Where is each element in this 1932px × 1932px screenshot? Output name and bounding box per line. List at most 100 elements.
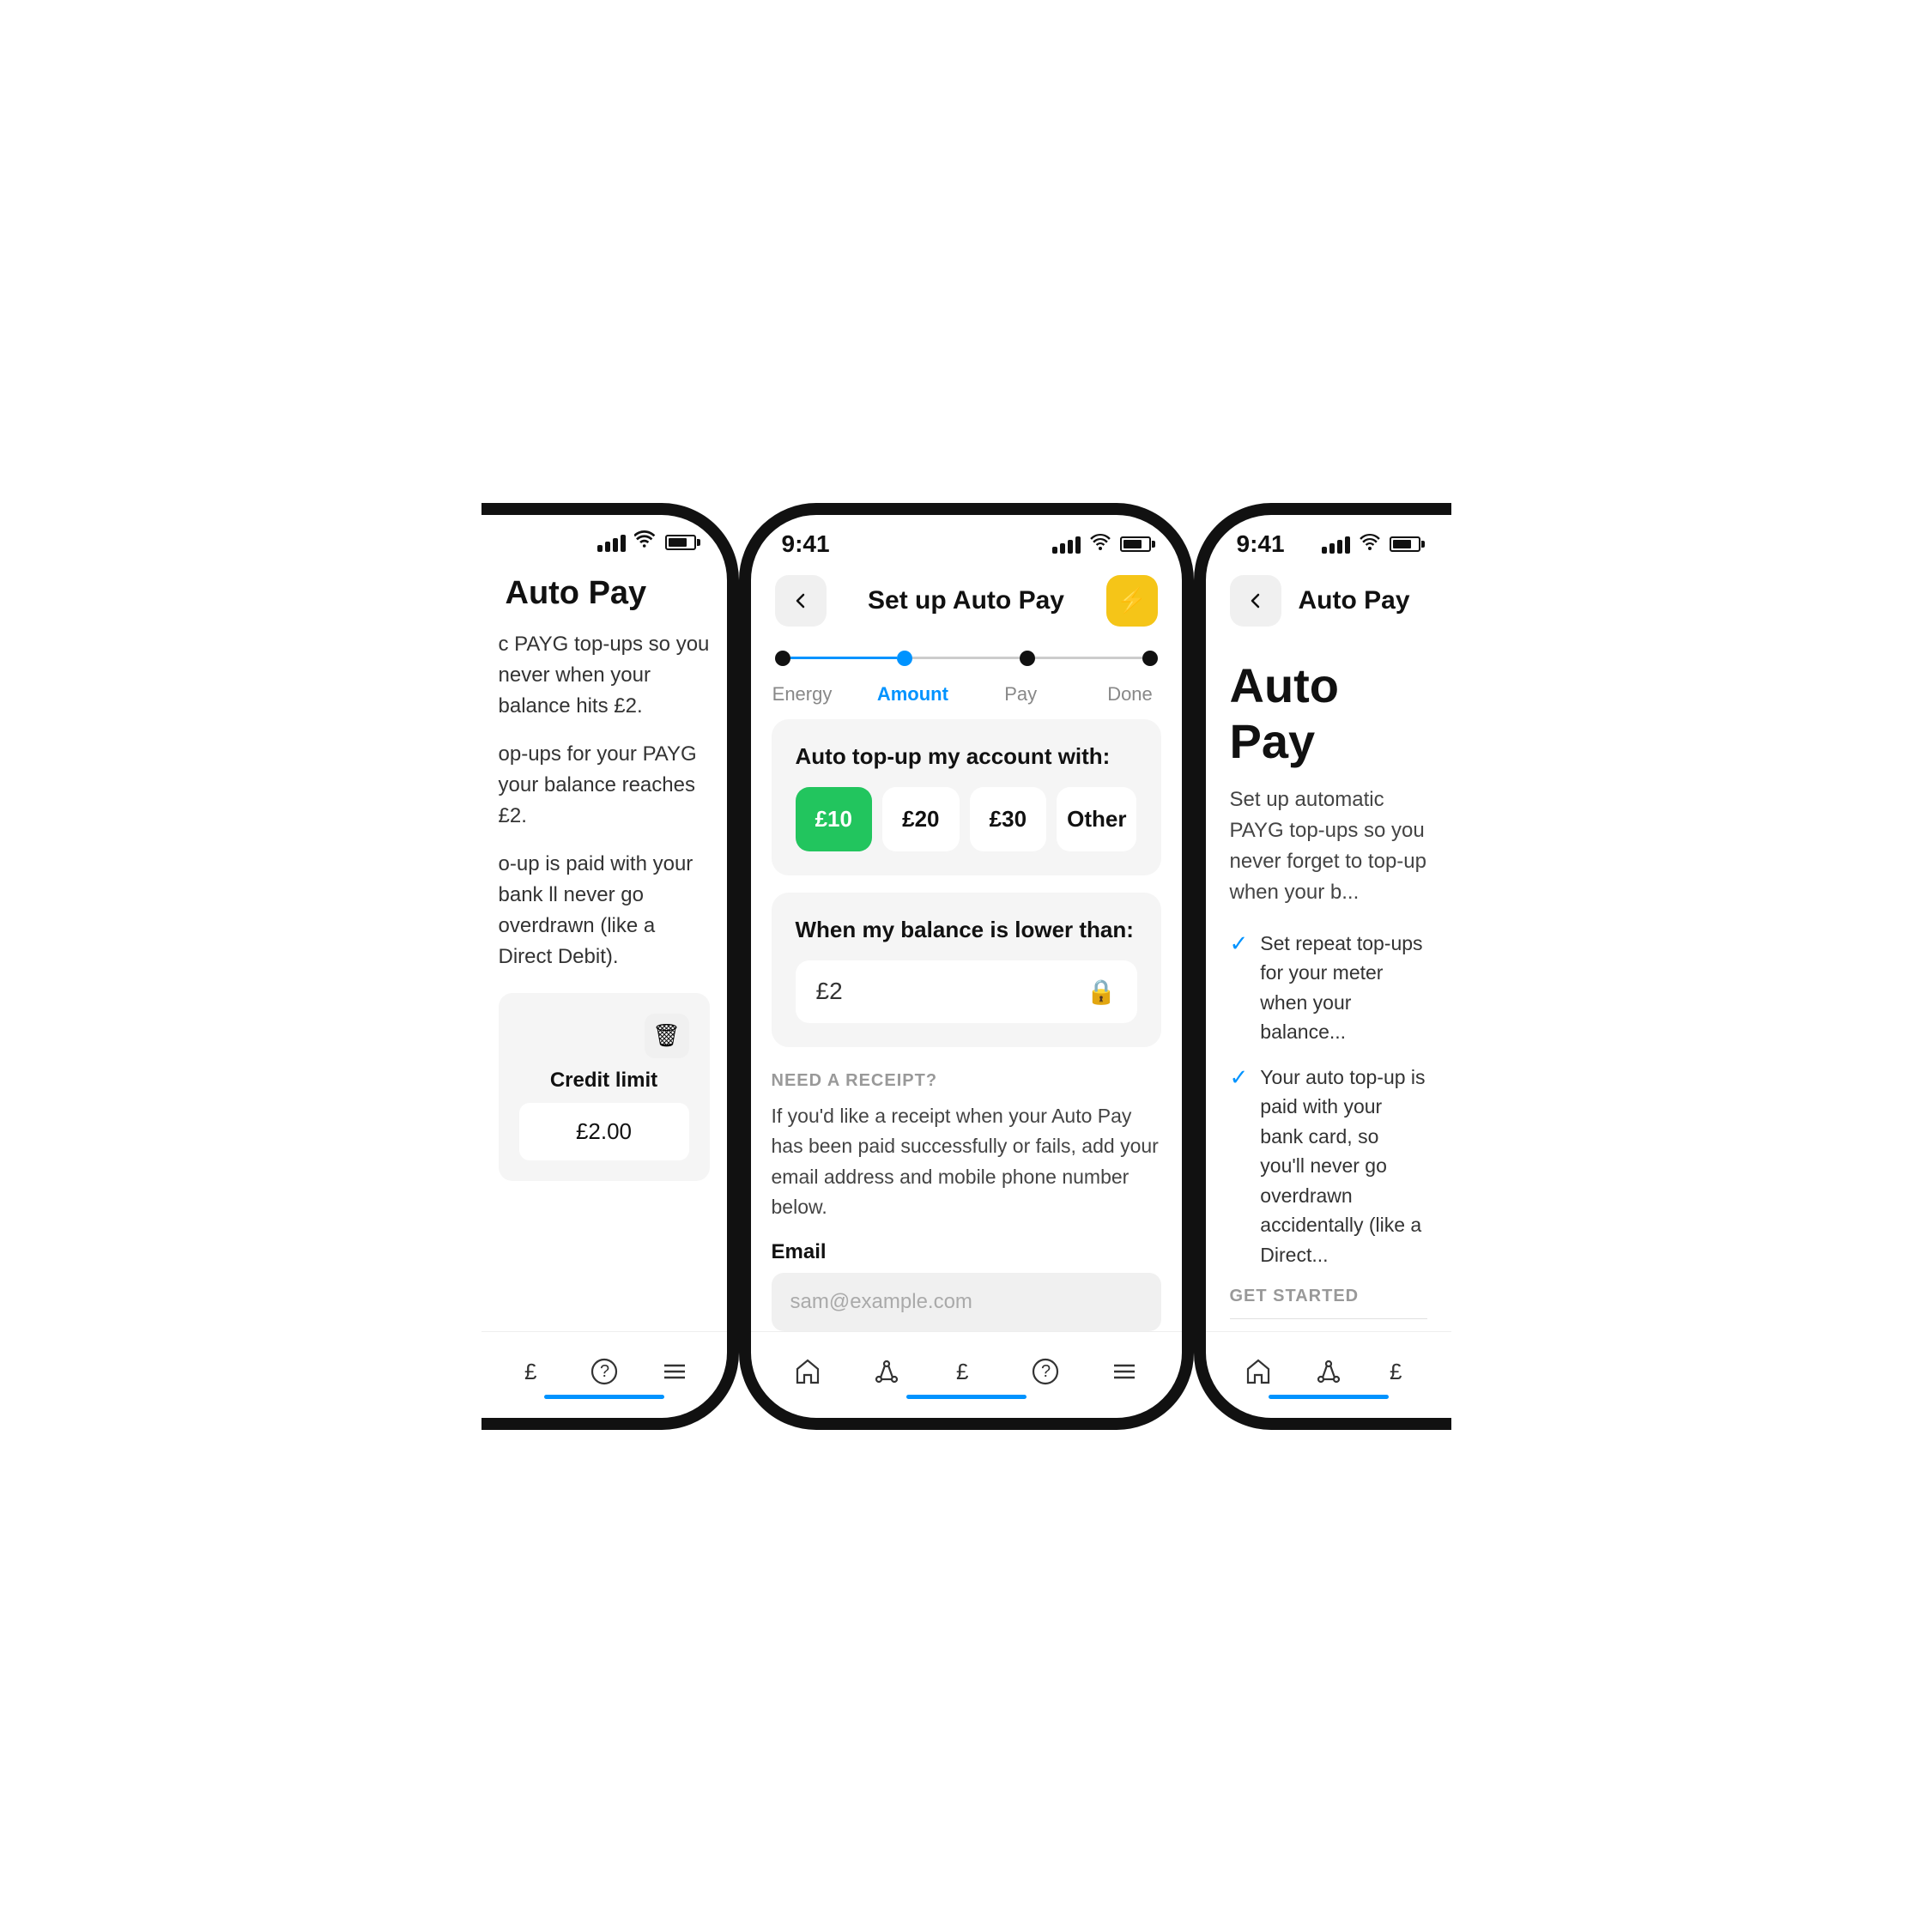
left-header: Auto Pay — [481, 561, 727, 629]
step-label-amount: Amount — [877, 683, 946, 706]
mid-scroll-area: Auto top-up my account with: £10 £20 £30… — [751, 719, 1182, 1331]
step-line-1 — [912, 657, 1020, 659]
right-nav-connect[interactable] — [1306, 1349, 1351, 1394]
step-dot-1 — [897, 651, 912, 666]
thunder-icon: ⚡ — [1117, 586, 1147, 615]
balance-card: When my balance is lower than: £2 🔒 — [772, 893, 1161, 1047]
mid-status-bar: 9:41 — [751, 515, 1182, 565]
signal-bars-icon — [597, 533, 626, 552]
mid-nav-pound[interactable]: £ — [943, 1349, 988, 1394]
right-header: Auto Pay — [1206, 565, 1451, 644]
right-nav-indicator — [1269, 1395, 1389, 1399]
email-input[interactable]: sam@example.com — [772, 1273, 1161, 1330]
credit-limit-label: Credit limit — [519, 1069, 689, 1093]
mid-bottom-nav: £ ? — [751, 1331, 1182, 1418]
right-status-icons — [1322, 532, 1420, 555]
right-time: 9:41 — [1237, 530, 1285, 558]
autopay-big-title: Auto Pay — [1230, 657, 1427, 769]
mid-phone: 9:41 Set up Auto Pay — [739, 503, 1194, 1430]
right-wifi-icon — [1359, 532, 1381, 555]
mid-wifi-icon — [1089, 532, 1111, 556]
back-button[interactable] — [775, 575, 827, 627]
step-line-2 — [1035, 657, 1142, 659]
delete-icon[interactable]: 🗑 — [645, 1014, 689, 1058]
left-status-icons — [597, 530, 696, 554]
step-dot-3 — [1142, 651, 1158, 666]
balance-card-title: When my balance is lower than: — [796, 917, 1137, 943]
email-placeholder: sam@example.com — [790, 1290, 972, 1313]
mid-nav-connect[interactable] — [864, 1349, 909, 1394]
check-icon-1: ✓ — [1230, 1064, 1249, 1091]
mid-nav-menu[interactable] — [1102, 1349, 1147, 1394]
left-body: c PAYG top-ups so you never when your ba… — [481, 629, 727, 1331]
receipt-section: NEED A RECEIPT? If you'd like a receipt … — [751, 1064, 1182, 1331]
step-dot-2 — [1020, 651, 1035, 666]
svg-text:?: ? — [1041, 1362, 1051, 1381]
divider — [1230, 1318, 1427, 1319]
check-text-0: Set repeat top-ups for your meter when y… — [1260, 929, 1426, 1047]
step-label-energy: Energy — [768, 683, 837, 706]
right-nav-pound[interactable]: £ — [1377, 1349, 1421, 1394]
check-item-0: ✓ Set repeat top-ups for your meter when… — [1230, 929, 1427, 1047]
mid-battery-icon — [1120, 536, 1151, 552]
svg-text:£: £ — [524, 1359, 537, 1384]
right-back-button[interactable] — [1230, 575, 1281, 627]
balance-value: £2 — [816, 978, 843, 1005]
mid-status-icons — [1052, 532, 1151, 556]
autopay-desc: Set up automatic PAYG top-ups so you nev… — [1230, 784, 1427, 908]
left-body-text-1: c PAYG top-ups so you never when your ba… — [499, 629, 710, 722]
wifi-icon — [634, 530, 657, 554]
amount-card: Auto top-up my account with: £10 £20 £30… — [772, 719, 1161, 875]
mid-header-title: Set up Auto Pay — [827, 586, 1106, 615]
mid-time: 9:41 — [782, 530, 830, 558]
email-label: Email — [772, 1240, 1161, 1264]
stepper — [751, 640, 1182, 683]
mid-nav-indicator — [906, 1395, 1027, 1399]
left-bottom-nav: £ ? — [481, 1331, 727, 1418]
amount-btn-10[interactable]: £10 — [796, 787, 873, 851]
amount-btn-20[interactable]: £20 — [882, 787, 960, 851]
delete-icon-wrap: 🗑 — [519, 1014, 689, 1058]
stepper-labels: Energy Amount Pay Done — [751, 683, 1182, 719]
credit-limit-section: 🗑 Credit limit £2.00 — [499, 993, 710, 1181]
check-item-1: ✓ Your auto top-up is paid with your ban… — [1230, 1063, 1427, 1270]
mid-nav-home[interactable] — [785, 1349, 830, 1394]
left-status-bar — [481, 515, 727, 561]
mid-nav-help[interactable]: ? — [1023, 1349, 1068, 1394]
check-text-1: Your auto top-up is paid with your bank … — [1260, 1063, 1426, 1270]
balance-input-wrap: £2 🔒 — [796, 960, 1137, 1023]
amount-btn-other[interactable]: Other — [1057, 787, 1136, 851]
check-icon-0: ✓ — [1230, 930, 1249, 957]
svg-text:£: £ — [956, 1359, 969, 1384]
step-label-done: Done — [1095, 683, 1164, 706]
amount-btn-30[interactable]: £30 — [970, 787, 1047, 851]
left-body-text-2: op-ups for your PAYG your balance reache… — [499, 739, 710, 832]
get-started-label: GET STARTED — [1230, 1287, 1427, 1306]
right-header-title: Auto Pay — [1299, 586, 1410, 615]
right-status-bar: 9:41 — [1206, 515, 1451, 565]
thunder-button[interactable]: ⚡ — [1106, 575, 1158, 627]
nav-menu-icon[interactable] — [652, 1349, 697, 1394]
right-nav-home[interactable] — [1236, 1349, 1281, 1394]
step-dot-0 — [775, 651, 790, 666]
nav-pound-icon[interactable]: £ — [512, 1349, 556, 1394]
battery-icon — [665, 535, 696, 550]
mid-signal-icon — [1052, 535, 1081, 554]
right-signal-icon — [1322, 535, 1350, 554]
left-phone: Auto Pay c PAYG top-ups so you never whe… — [481, 503, 739, 1430]
bottom-nav-indicator — [544, 1395, 664, 1399]
right-bottom-nav: £ — [1206, 1331, 1451, 1418]
mid-header: Set up Auto Pay ⚡ — [751, 565, 1182, 640]
step-label-pay: Pay — [986, 683, 1055, 706]
lock-icon: 🔒 — [1087, 978, 1117, 1006]
left-title: Auto Pay — [506, 575, 703, 612]
nav-help-icon[interactable]: ? — [582, 1349, 627, 1394]
receipt-desc: If you'd like a receipt when your Auto P… — [772, 1101, 1161, 1224]
credit-limit-value: £2.00 — [519, 1103, 689, 1160]
left-body-text-3: o-up is paid with your bank ll never go … — [499, 849, 710, 972]
receipt-label: NEED A RECEIPT? — [772, 1071, 1161, 1091]
step-line-0 — [790, 657, 898, 659]
svg-text:?: ? — [600, 1362, 609, 1381]
left-content: c PAYG top-ups so you never when your ba… — [481, 629, 727, 1331]
svg-text:£: £ — [1390, 1359, 1402, 1384]
